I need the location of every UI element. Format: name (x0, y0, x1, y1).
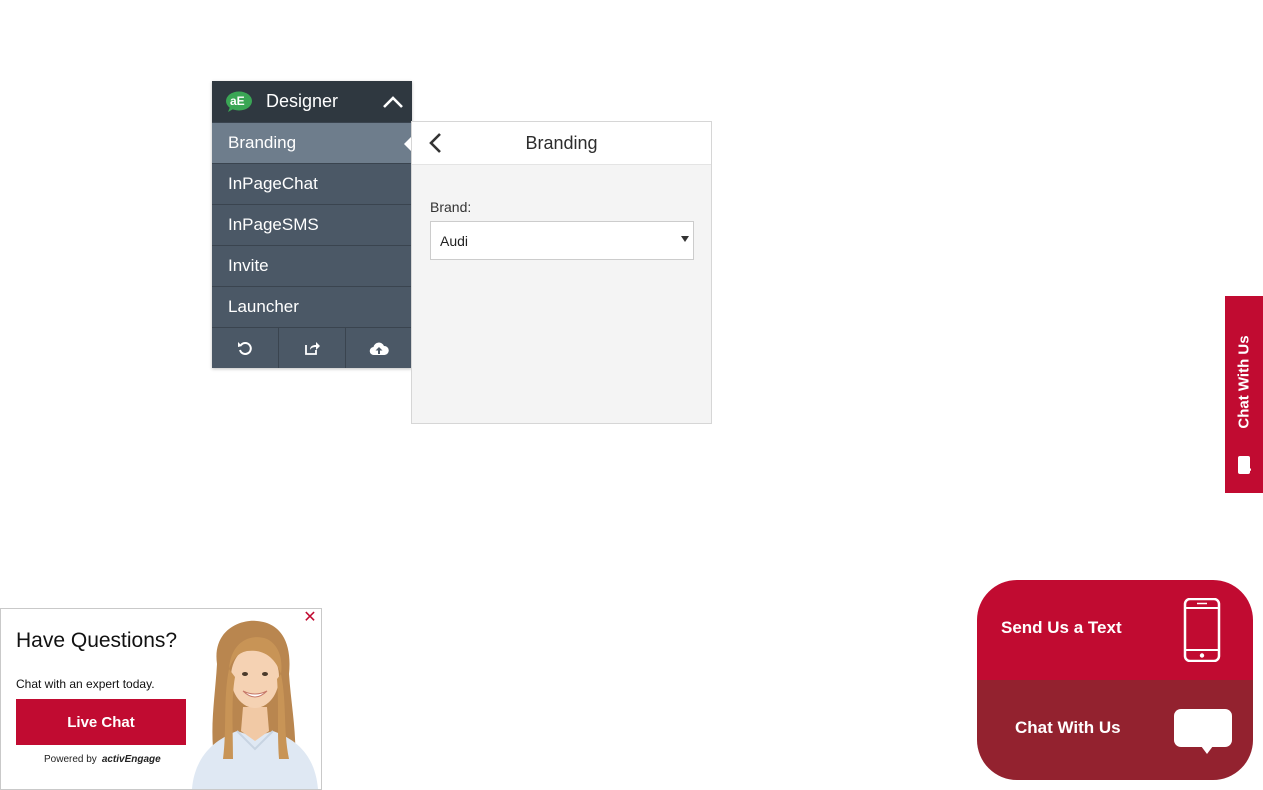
vertical-chat-tab-label: Chat With Us (1235, 335, 1253, 429)
send-text-button[interactable]: Send Us a Text (977, 580, 1253, 680)
share-button[interactable] (279, 328, 346, 368)
chat-with-us-label: Chat With Us (1015, 718, 1121, 737)
share-icon (304, 342, 320, 355)
activengage-logo: aE (225, 91, 253, 113)
brand-select[interactable]: Audi (430, 221, 694, 260)
designer-title: Designer (266, 91, 339, 111)
menu-item-invite[interactable]: Invite (212, 245, 412, 286)
menu-item-launcher[interactable]: Launcher (212, 286, 412, 327)
agent-photo (192, 620, 318, 789)
collapse-chevron-up-icon[interactable] (380, 89, 406, 115)
menu-item-inpagechat[interactable]: InPageChat (212, 163, 412, 204)
menu-item-branding[interactable]: Branding (212, 122, 413, 163)
vertical-chat-tab[interactable]: Chat With Us (1225, 296, 1263, 493)
brand-select-value: Audi (440, 232, 469, 249)
back-chevron-left-icon[interactable] (424, 131, 446, 155)
powered-by-label: Powered by (44, 754, 97, 765)
designer-panel: aE Designer Branding InPageChat InPageSM… (212, 81, 413, 368)
undo-button[interactable] (212, 328, 279, 368)
undo-icon (238, 342, 252, 355)
invite-subtext: Chat with an expert today. (16, 677, 155, 691)
menu-item-label: Invite (228, 256, 269, 275)
launcher-widget: Send Us a Text Chat With Us (977, 580, 1253, 780)
menu-item-inpagesms[interactable]: InPageSMS (212, 204, 412, 245)
menu-item-label: Launcher (228, 297, 299, 316)
menu-item-label: InPageChat (228, 174, 318, 193)
invite-heading: Have Questions? (16, 629, 178, 652)
menu-item-label: InPageSMS (228, 215, 319, 234)
branding-header: Branding (412, 122, 711, 165)
powered-by: Powered by activEngage (44, 754, 161, 765)
chat-bubble-icon (1237, 455, 1252, 480)
send-text-label: Send Us a Text (1001, 618, 1122, 637)
designer-toolbar (212, 327, 412, 368)
designer-header: aE Designer (212, 81, 412, 122)
chat-bubble-icon (1174, 709, 1232, 754)
brand-field-label: Brand: (430, 199, 472, 215)
phone-icon (1183, 598, 1221, 662)
select-caret-icon (681, 236, 689, 242)
branding-title: Branding (525, 132, 598, 153)
branding-settings-panel: Branding Brand: Audi (411, 121, 712, 424)
publish-button[interactable] (346, 328, 412, 368)
menu-item-label: Branding (228, 133, 297, 152)
live-chat-button[interactable]: Live Chat (16, 699, 186, 745)
cloud-upload-icon (369, 342, 389, 355)
activengage-brand: activEngage (101, 754, 161, 765)
chat-with-us-button[interactable]: Chat With Us (977, 680, 1253, 780)
chat-invite-box: ✕ Have Questions? Chat with an expert to… (0, 608, 322, 790)
